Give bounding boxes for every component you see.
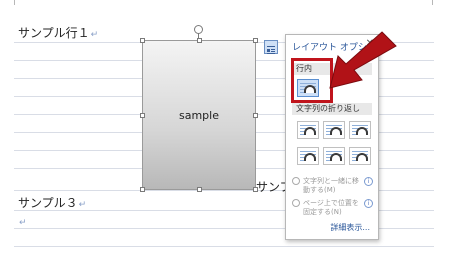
red-arrow-icon: [329, 31, 397, 89]
document-canvas[interactable]: サンプル行１↵ サンプ サンプル３↵ ↵ sample レイアウト オプション …: [0, 0, 450, 259]
